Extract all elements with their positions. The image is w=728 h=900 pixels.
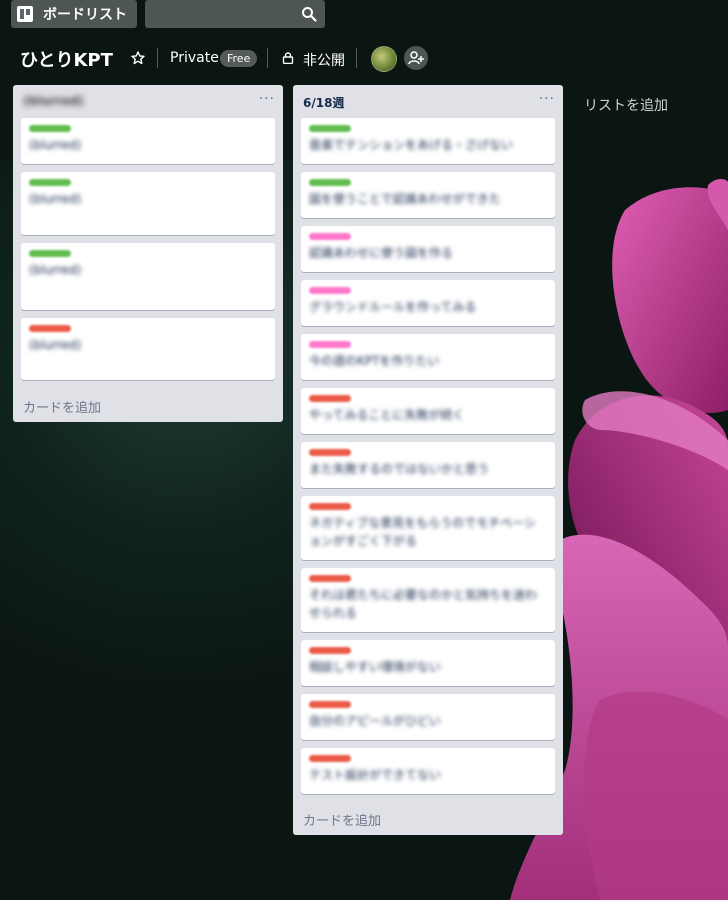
card[interactable]: 図を使うことで認識あわせができた — [301, 172, 555, 218]
card-label — [29, 125, 71, 132]
card[interactable]: 自分のアピールがひどい — [301, 694, 555, 740]
avatar[interactable] — [371, 46, 397, 72]
card-text: やってみることに失敗が続く — [309, 408, 465, 422]
card[interactable]: テスト設計ができてない — [301, 748, 555, 794]
card-text: テスト設計ができてない — [309, 768, 442, 782]
card-label — [309, 179, 351, 186]
card-label — [309, 395, 351, 402]
board-title[interactable]: ひとりKPT — [20, 46, 113, 72]
ellipsis-icon[interactable]: ··· — [259, 91, 275, 107]
card[interactable]: また失敗するのではないかと思う — [301, 442, 555, 488]
card-text: グラウンドルールを作ってみる — [309, 300, 477, 314]
search-input[interactable] — [145, 0, 305, 30]
card[interactable]: 今の週のKPTを作りたい — [301, 334, 555, 380]
ellipsis-icon[interactable]: ··· — [539, 91, 555, 107]
card[interactable]: それは君たちに必要なのかと気持ちを迷わせられる — [301, 568, 555, 632]
lock-icon — [282, 52, 294, 64]
card-label — [29, 250, 71, 257]
card-label — [309, 449, 351, 456]
card-text: (blurred) — [29, 192, 82, 206]
card-text: 図を使うことで認識あわせができた — [309, 192, 501, 206]
boards-label: ボードリスト — [43, 7, 127, 23]
board-header: ひとりKPT Private Free 非公開 — [0, 42, 728, 74]
card-text: 相談しやすい環境がない — [309, 660, 441, 674]
card-text: それは君たちに必要なのかと気持ちを迷わせられる — [309, 588, 538, 620]
card-text: また失敗するのではないかと思う — [309, 462, 490, 476]
list: (blurred) ··· (blurred) (blurred) (blurr… — [13, 85, 283, 422]
card-label — [309, 503, 351, 510]
card[interactable]: (blurred) — [21, 118, 275, 164]
card-text: (blurred) — [29, 138, 82, 152]
workspace-visibility[interactable]: Private — [170, 50, 219, 66]
list: 6/18週 ··· 音楽でテンションをあげる・さげない 図を使うことで認識あわせ… — [293, 85, 563, 835]
list-title[interactable]: (blurred) — [23, 94, 84, 108]
card[interactable]: (blurred) — [21, 243, 275, 310]
card[interactable]: 相談しやすい環境がない — [301, 640, 555, 686]
card-label — [29, 325, 71, 332]
search-box[interactable] — [145, 0, 325, 30]
card-text: (blurred) — [29, 263, 82, 277]
list-header: (blurred) ··· — [13, 85, 283, 117]
card-label — [309, 701, 351, 708]
card[interactable]: (blurred) — [21, 318, 275, 380]
card-text: 認識あわせに使う図を作る — [309, 246, 454, 260]
card-text: 今の週のKPTを作りたい — [309, 354, 440, 368]
card-label — [309, 287, 351, 294]
card-label — [309, 341, 351, 348]
card-label — [309, 233, 351, 240]
star-icon[interactable] — [131, 51, 145, 65]
card-text: (blurred) — [29, 338, 82, 352]
card-label — [309, 755, 351, 762]
search-icon[interactable] — [301, 6, 317, 22]
card-text: 音楽でテンションをあげる・さげない — [309, 138, 514, 152]
add-card-button[interactable]: カードを追加 — [303, 810, 381, 829]
card-label — [309, 647, 351, 654]
card-text: ネガティブな意見をもらうのでモチベーションがすごく下がる — [309, 516, 537, 548]
add-member-icon — [408, 51, 424, 65]
card-text: 自分のアピールがひどい — [309, 714, 441, 728]
card[interactable]: やってみることに失敗が続く — [301, 388, 555, 434]
boards-button[interactable]: ボードリスト — [11, 0, 137, 28]
add-card-button[interactable]: カードを追加 — [23, 397, 101, 416]
card-label — [309, 125, 351, 132]
plan-badge: Free — [220, 50, 258, 67]
header-divider — [356, 48, 357, 68]
card-label — [29, 179, 71, 186]
card[interactable]: 認識あわせに使う図を作る — [301, 226, 555, 272]
card-label — [309, 575, 351, 582]
board-visibility[interactable]: 非公開 — [303, 50, 345, 70]
header-divider — [267, 48, 268, 68]
header-divider — [157, 48, 158, 68]
card[interactable]: ネガティブな意見をもらうのでモチベーションがすごく下がる — [301, 496, 555, 560]
list-title[interactable]: 6/18週 — [303, 94, 344, 111]
add-list-button[interactable]: リストを追加 — [584, 95, 668, 115]
top-bar: ボードリスト — [0, 0, 728, 30]
boards-icon — [17, 6, 33, 22]
card[interactable]: グラウンドルールを作ってみる — [301, 280, 555, 326]
add-member-button[interactable] — [404, 46, 428, 70]
card[interactable]: (blurred) — [21, 172, 275, 235]
list-header: 6/18週 ··· — [293, 85, 563, 117]
card[interactable]: 音楽でテンションをあげる・さげない — [301, 118, 555, 164]
